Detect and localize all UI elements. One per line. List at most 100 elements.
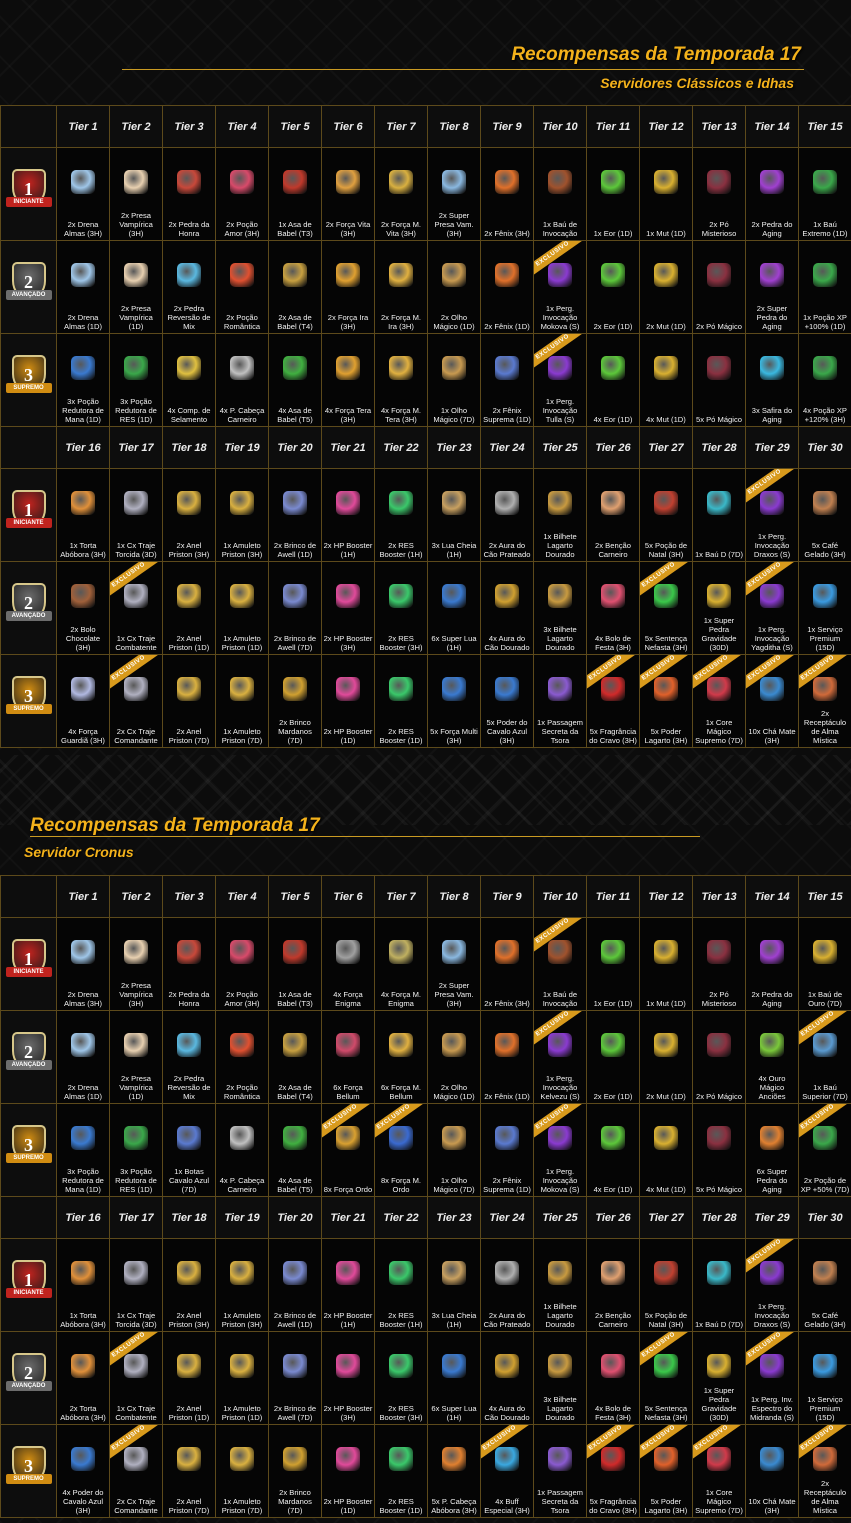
reward-label: 2x Drena Almas (3H) <box>64 990 102 1008</box>
reward-cell: 2x Pó Misterioso <box>692 917 746 1011</box>
reward-cell: 1x Amuleto Priston (7D) <box>215 654 269 748</box>
reward-label: 3x Poção Redutora de RES (1D) <box>115 1167 157 1194</box>
reward-cell: 1x Amuleto Priston (3H) <box>215 468 269 562</box>
exp-up-icon <box>813 263 837 287</box>
reward-cell: 4x Bolo de Festa (3H) <box>586 1331 640 1425</box>
section1-rewards-table: Tier 1 Tier 2 Tier 3 Tier 4 Tier 5 Tier 6 Tier… <box>0 105 851 748</box>
reward-label: 1x Asa de Babel (T3) <box>277 220 313 238</box>
reward-label: 2x Presa Vampírica (1D) <box>119 304 153 331</box>
tier-header: Tier 22 <box>374 426 428 469</box>
res-booster-icon <box>389 1261 413 1285</box>
reward-cell: 2x HP Booster (3H) <box>321 561 375 655</box>
reward-cell: 2x Pó Mágico <box>692 240 746 334</box>
force-orb-icon <box>389 356 413 380</box>
tier-header: Tier 18 <box>162 1196 216 1239</box>
reward-cell: 2x Anel Priston (3H) <box>162 468 216 562</box>
reward-label: 2x Anel Priston (7D) <box>168 1497 210 1515</box>
reward-label: 3x Lua Cheia (1H) <box>431 541 477 559</box>
party-cake-icon <box>601 1354 625 1378</box>
rank-name: INICIANTE <box>5 1287 52 1298</box>
fang-icon <box>124 170 148 194</box>
rank-badge: 2 AVANÇADO <box>5 582 52 629</box>
reward-label: 2x Benção Carneiro <box>595 541 631 559</box>
green-chest-icon <box>813 170 837 194</box>
reward-label: 1x Mut (1D) <box>646 999 686 1008</box>
rank-badge-cell: 2 AVANÇADO <box>0 240 57 334</box>
bellum-force-icon <box>389 1033 413 1057</box>
reward-cell: 1x Torta Abóbora (3H) <box>56 1238 110 1332</box>
amulet-icon <box>230 1447 254 1471</box>
ring-icon <box>177 491 201 515</box>
reward-label: 2x Eor (1D) <box>593 322 633 331</box>
reward-label: 2x Pó Mágico <box>695 1092 742 1101</box>
reward-cell: EXCLUSIVO 1x Perg. Inv. Espectro do Midra… <box>745 1331 799 1425</box>
reward-cell: 2x Anel Priston (7D) <box>162 654 216 748</box>
reward-label: 4x Mut (1D) <box>646 1185 686 1194</box>
ram-head-icon <box>230 1126 254 1150</box>
tier-header: Tier 11 <box>586 105 640 148</box>
reward-label: 2x RES Booster (1H) <box>379 1311 423 1329</box>
enigma-force-icon <box>336 940 360 964</box>
down-potion-icon <box>124 356 148 380</box>
reward-cell: 2x Pedra do Aging <box>745 147 799 241</box>
reward-label: 2x RES Booster (1D) <box>379 1497 423 1515</box>
reward-label: 4x Força Enigma <box>333 990 363 1008</box>
reward-label: 2x Força Ira (3H) <box>327 313 369 331</box>
party-cake-icon <box>601 584 625 608</box>
silver-aura-icon <box>495 1261 519 1285</box>
mystery-dust-icon <box>707 940 731 964</box>
blue-moon-icon <box>442 584 466 608</box>
reward-cell: 4x Bolo de Festa (3H) <box>586 561 640 655</box>
reward-cell: EXCLUSIVO 1x Core Mágico Supremo (7D) <box>692 654 746 748</box>
corner-cell <box>0 426 57 469</box>
reward-label: 1x Perg. Invocação Kelvezu (S) <box>540 1074 580 1101</box>
scroll-icon <box>442 1126 466 1150</box>
reward-label: 2x Pedra Reversão de Mix <box>167 304 211 331</box>
reward-cell: EXCLUSIVO 8x Força Ordo <box>321 1103 375 1197</box>
reward-cell: 1x Super Pedra Gravidade (30D) <box>692 1331 746 1425</box>
tier-header: Tier 3 <box>162 875 216 918</box>
gold-pet-icon <box>654 263 678 287</box>
reward-cell: 6x Força Bellum <box>321 1010 375 1104</box>
reward-cell: 4x Eor (1D) <box>586 333 640 427</box>
reward-label: 5x P. Cabeça Abóbora (3H) <box>431 1497 477 1515</box>
tier-header: Tier 24 <box>480 1196 534 1239</box>
hp-booster-icon <box>336 677 360 701</box>
reward-cell: 10x Chá Mate (3H) <box>745 1424 799 1518</box>
reward-cell: EXCLUSIVO 8x Força M. Ordo <box>374 1103 428 1197</box>
reward-cell: EXCLUSIVO 4x Buff Especial (3H) <box>480 1424 534 1518</box>
love-potion-icon <box>230 940 254 964</box>
reward-label: 2x Asa de Babel (T4) <box>277 313 313 331</box>
reward-cell: 2x Brinco de Awell (1D) <box>268 468 322 562</box>
reward-label: 3x Bilhete Lagarto Dourado <box>543 1395 577 1422</box>
rank-badge-cell: 3 SUPREMO <box>0 1424 57 1518</box>
reward-label: 2x Drena Almas (3H) <box>64 220 102 238</box>
rank-badge: 3 SUPREMO <box>5 1124 52 1171</box>
christmas-potion-icon <box>654 1261 678 1285</box>
reward-label: 4x Comp. de Selamento <box>167 406 211 424</box>
rank-badge: 1 INICIANTE <box>5 489 52 536</box>
reward-label: 1x Olho Mágico (7D) <box>433 1176 475 1194</box>
d-chest-icon <box>707 1261 731 1285</box>
reward-label: 2x Pedra Reversão de Mix <box>167 1074 211 1101</box>
reward-label: 8x Força M. Ordo <box>380 1176 422 1194</box>
reward-cell: EXCLUSIVO 5x Sentença Nefasta (3H) <box>639 1331 693 1425</box>
reward-label: 2x Poção Amor (3H) <box>224 220 260 238</box>
reward-label: 8x Força Ordo <box>323 1185 373 1194</box>
reward-cell: 1x Eor (1D) <box>586 147 640 241</box>
reward-label: 5x Poder Lagarto (3H) <box>644 1497 688 1515</box>
reward-cell: EXCLUSIVO 1x Perg. Invocação Mokova (S) <box>533 240 587 334</box>
reward-cell: 2x Asa de Babel (T4) <box>268 1010 322 1104</box>
reward-cell: 2x HP Booster (1D) <box>321 654 375 748</box>
reward-cell: 3x Bilhete Lagarto Dourado <box>533 561 587 655</box>
reward-cell: 3x Safira do Aging <box>745 333 799 427</box>
reward-label: 1x Cx Traje Combatente <box>115 634 157 652</box>
reward-label: 1x Perg. Invocação Mokova (S) <box>540 304 580 331</box>
reward-cell: 2x Pedra da Honra <box>162 147 216 241</box>
blue-horse-icon <box>71 1447 95 1471</box>
phoenix-icon <box>495 263 519 287</box>
reward-cell: 3x Lua Cheia (1H) <box>427 468 481 562</box>
rank-row: 2 AVANÇADO 2x Torta Abóbora (3H) EXCLUSIVO 1… <box>0 1331 851 1425</box>
reward-label: 10x Chá Mate (3H) <box>748 1497 796 1515</box>
reward-cell: 2x Bolo Chocolate (3H) <box>56 561 110 655</box>
